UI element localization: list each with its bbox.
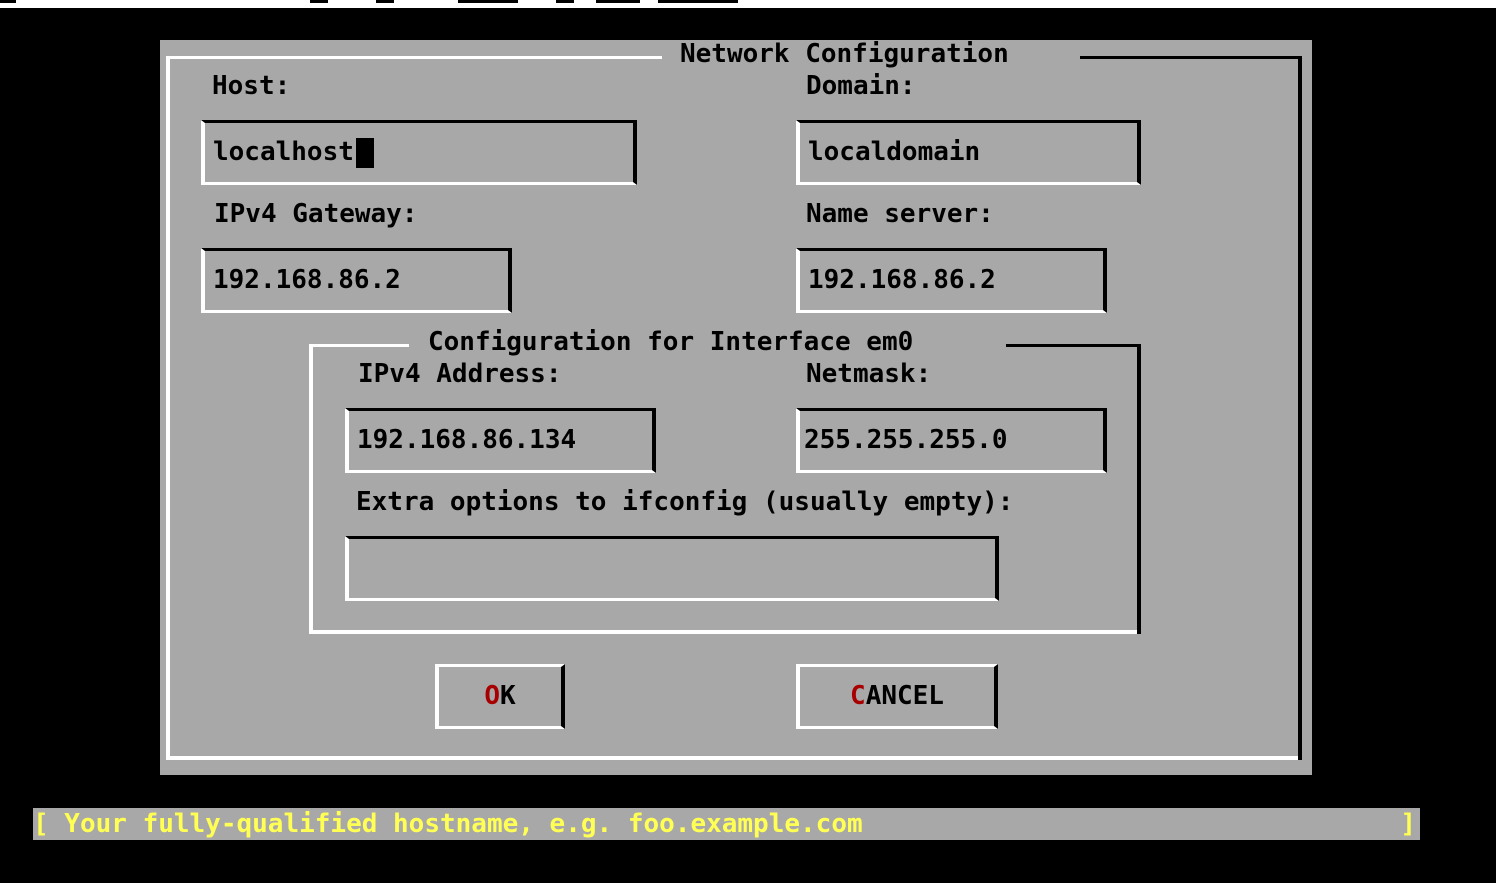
ipv4-address-value: 192.168.86.134 xyxy=(357,425,577,455)
dialog-frame xyxy=(166,756,1302,760)
interface-frame xyxy=(1006,344,1141,347)
domain-input[interactable]: localdomain xyxy=(796,120,1141,185)
interface-frame xyxy=(1137,346,1141,634)
interface-frame xyxy=(309,346,313,634)
domain-label: Domain: xyxy=(806,71,916,101)
top-edge-mark xyxy=(376,0,394,3)
interface-title: Configuration for Interface em0 xyxy=(428,327,914,357)
host-label: Host: xyxy=(212,71,291,101)
top-edge-mark xyxy=(658,0,738,3)
ok-hotkey: O xyxy=(484,681,500,711)
top-edge-mark xyxy=(596,0,640,3)
dialog-frame xyxy=(1080,56,1302,59)
cancel-label: ANCEL xyxy=(865,681,944,711)
top-edge-mark xyxy=(458,0,518,3)
gateway-value: 192.168.86.2 xyxy=(213,265,401,295)
domain-value: localdomain xyxy=(808,137,981,167)
host-input[interactable]: localhost xyxy=(201,120,637,185)
top-edge xyxy=(0,0,1496,8)
ipv4-address-label: IPv4 Address: xyxy=(358,359,562,389)
interface-frame xyxy=(309,344,409,347)
dialog-frame xyxy=(166,58,170,758)
top-edge-mark xyxy=(556,0,574,3)
extra-options-label: Extra options to ifconfig (usually empty… xyxy=(356,487,1014,517)
netmask-label: Netmask: xyxy=(806,359,932,389)
top-edge-mark xyxy=(310,0,328,3)
host-value: localhost xyxy=(213,137,354,167)
status-close-bracket: ] xyxy=(1400,809,1416,839)
dialog-frame xyxy=(1298,58,1302,760)
top-edge-mark xyxy=(0,0,16,3)
status-bar: [ Your fully-qualified hostname, e.g. fo… xyxy=(33,808,1420,840)
ok-button[interactable]: OK xyxy=(435,664,565,729)
ipv4-address-input[interactable]: 192.168.86.134 xyxy=(345,408,656,473)
nameserver-label: Name server: xyxy=(806,199,994,229)
netmask-input[interactable]: 255.255.255.0 xyxy=(796,408,1107,473)
text-cursor xyxy=(355,137,374,168)
dialog-title: Network Configuration xyxy=(680,39,1009,69)
dialog-frame xyxy=(166,56,662,59)
nameserver-value: 192.168.86.2 xyxy=(808,265,996,295)
cancel-button[interactable]: CANCEL xyxy=(796,664,998,729)
netmask-value: 255.255.255.0 xyxy=(804,425,1008,455)
nameserver-input[interactable]: 192.168.86.2 xyxy=(796,248,1107,313)
gateway-input[interactable]: 192.168.86.2 xyxy=(201,248,512,313)
ok-label: K xyxy=(500,681,516,711)
interface-frame xyxy=(309,630,1141,634)
gateway-label: IPv4 Gateway: xyxy=(214,199,418,229)
cancel-hotkey: C xyxy=(850,681,866,711)
status-text: [ Your fully-qualified hostname, e.g. fo… xyxy=(33,809,863,839)
extra-options-input[interactable] xyxy=(345,536,999,601)
